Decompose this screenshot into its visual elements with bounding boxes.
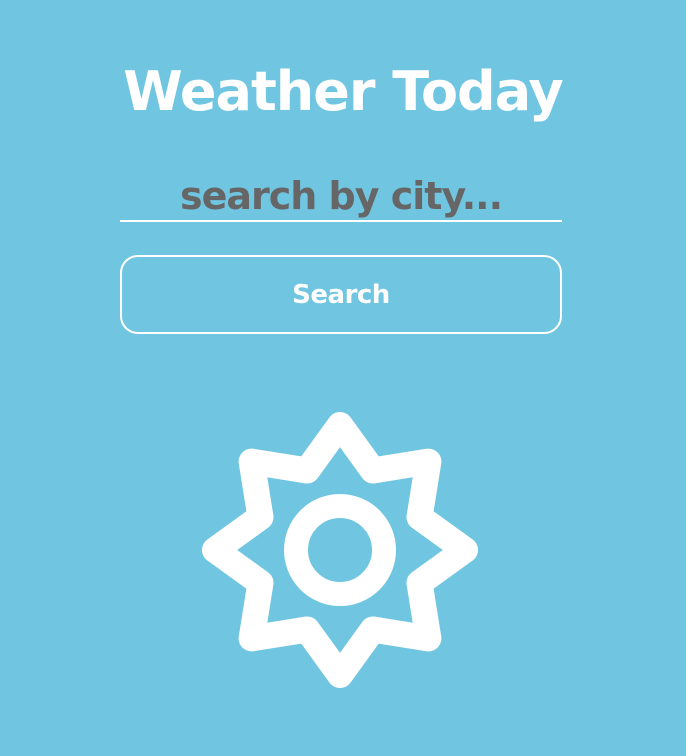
page-title: Weather Today [123,60,563,123]
sun-icon [202,412,478,688]
search-button[interactable]: Search [120,255,562,334]
weather-app: Weather Today Search [0,0,686,756]
city-search-input[interactable] [120,172,562,222]
